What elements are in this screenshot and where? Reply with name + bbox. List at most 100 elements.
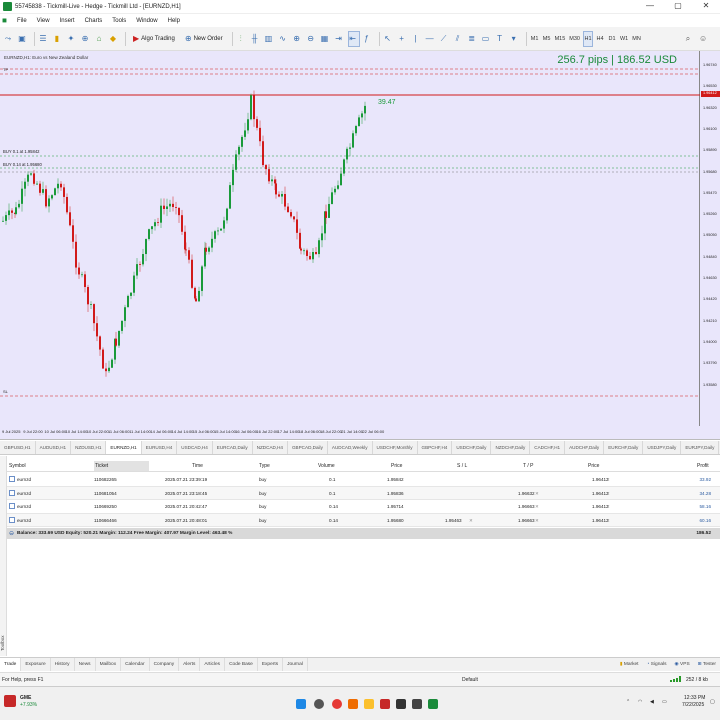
timeframe-h4[interactable]: H4 (595, 31, 605, 47)
app3-taskbar-icon[interactable] (412, 699, 422, 709)
zoom-in-icon[interactable]: ⊕ (292, 31, 304, 47)
depth-of-market-icon[interactable]: ⫶ (236, 31, 248, 47)
arrow-tool-icon[interactable]: ▾ (509, 31, 521, 47)
chart-tab-active[interactable]: EURNZD,H1 (106, 441, 142, 454)
timeframe-m1[interactable]: M1 (530, 31, 540, 47)
price-chart-svg[interactable] (0, 51, 700, 426)
stock-widget-icon[interactable] (4, 695, 16, 707)
remove-tp-icon[interactable]: ✕ (535, 491, 539, 497)
order-label-2[interactable]: BUY 0.14 at 1.95680 (3, 162, 42, 167)
menu-view[interactable]: View (32, 18, 55, 24)
close-position-icon[interactable]: ✕ (606, 518, 610, 524)
chart-tab[interactable]: USDCAD,H4 (177, 441, 213, 454)
metaeditor-icon[interactable]: ◆ (108, 31, 120, 47)
tab-exposure[interactable]: Exposure (21, 658, 51, 671)
table-row[interactable]: eurnzd 110666466 2025.07.21 20:48:01 buy 0.1… (7, 513, 720, 527)
close-position-icon[interactable]: ✕ (606, 491, 610, 497)
maximize-button[interactable]: ▢ (668, 1, 688, 10)
chart-tab[interactable]: NZDCAD,H4 (253, 441, 288, 454)
channel-icon[interactable]: ⫽ (453, 31, 465, 47)
chart-tab[interactable]: USDCHF,Daily (452, 441, 492, 454)
app-taskbar-icon[interactable] (348, 699, 358, 709)
menu-tools[interactable]: Tools (107, 18, 131, 24)
app2-taskbar-icon[interactable] (396, 699, 406, 709)
minimize-button[interactable]: — (640, 1, 660, 10)
timeframe-m5[interactable]: M5 (542, 31, 552, 47)
zoom-out-icon[interactable]: ⊖ (306, 31, 318, 47)
menu-insert[interactable]: Insert (55, 18, 80, 24)
col-symbol[interactable]: Symbol (9, 463, 26, 469)
order-label-1[interactable]: BUY 0.1 at 1.95842 (3, 149, 40, 154)
clock-date[interactable]: 7/22/2025 (682, 702, 704, 708)
crosshair-icon[interactable]: + (397, 31, 409, 47)
time-axis[interactable]: 9 Jul 2025 9 Jul 22:00 10 Jul 06:00 10 Jul … (0, 426, 700, 440)
tab-news[interactable]: News (75, 658, 96, 671)
tab-trade[interactable]: Trade (0, 658, 22, 671)
chart-tab[interactable]: EURCAD,Daily (213, 441, 253, 454)
vps-button[interactable]: ◉ VPS (671, 658, 694, 671)
fibonacci-icon[interactable]: ≣ (467, 31, 479, 47)
text-tool-icon[interactable]: T (495, 31, 507, 47)
menu-file[interactable]: File (12, 18, 32, 24)
candlestick-icon[interactable]: ▥ (264, 31, 276, 47)
trendline-icon[interactable]: ⟋ (439, 31, 451, 47)
clock-time[interactable]: 12:33 PM (684, 695, 705, 701)
chart-tab[interactable]: AUDCHF,Daily (565, 441, 605, 454)
new-chart-icon[interactable]: ⤳ (3, 31, 15, 47)
chart-shift-icon[interactable]: ⇤ (347, 30, 360, 47)
tab-experts[interactable]: Experts (258, 658, 284, 671)
status-profile[interactable]: Default (462, 677, 478, 683)
tester-button[interactable]: ⊞ Tester (694, 658, 720, 671)
col-profit[interactable]: Profit (697, 463, 709, 469)
chart-tab[interactable]: NZDUSD,H1 (71, 441, 107, 454)
remove-sl-icon[interactable]: ✕ (469, 518, 473, 524)
chart-tab[interactable]: EURUSD,H4 (142, 441, 178, 454)
tray-chevron-icon[interactable]: ⌃ (626, 699, 630, 705)
timeframe-h1[interactable]: H1 (582, 30, 593, 47)
market-watch-icon[interactable]: ☰ (38, 31, 50, 47)
col-current-price[interactable]: Price (588, 463, 599, 469)
mt-menu-icon[interactable]: ◼ (0, 17, 12, 24)
strategy-tester-icon[interactable]: ⌂ (94, 31, 106, 47)
tab-mailbox[interactable]: Mailbox (96, 658, 122, 671)
tab-history[interactable]: History (51, 658, 75, 671)
tab-company[interactable]: Company (150, 658, 180, 671)
autoscroll-icon[interactable]: ⇥ (334, 31, 346, 47)
table-row[interactable]: eurnzd 110681054 2025.07.21 23:18:45 buy 0.1… (7, 486, 720, 500)
timeframe-m15[interactable]: M15 (554, 31, 567, 47)
search-taskbar-icon[interactable] (314, 699, 324, 709)
notifications-icon[interactable]: ▢ (710, 699, 715, 705)
price-axis[interactable]: 1.96740 1.96530 1.96320 1.96100 1.95890 1.956… (701, 51, 720, 426)
search-icon[interactable]: ⌕ (683, 31, 695, 47)
profiles-icon[interactable]: ▣ (17, 31, 29, 47)
bar-chart-icon[interactable]: ╫ (250, 31, 262, 47)
col-volume[interactable]: Volume (318, 463, 335, 469)
col-ticket[interactable]: Ticket (94, 461, 149, 471)
market-button[interactable]: ▮ Market (616, 658, 643, 671)
indicators-icon[interactable]: ƒ (362, 31, 374, 47)
chart-tab[interactable]: GBPCHF,H4 (418, 441, 453, 454)
chart-tab[interactable]: CADCHF,H1 (530, 441, 566, 454)
chart-tab[interactable]: EURJPY,Daily (681, 441, 720, 454)
table-row[interactable]: eurnzd 110669250 2025.07.21 20:42:47 buy 0.1… (7, 500, 720, 514)
col-sl[interactable]: S / L (457, 463, 467, 469)
timeframe-m30[interactable]: M30 (568, 31, 581, 47)
shapes-icon[interactable]: ▭ (481, 31, 493, 47)
remove-tp-icon[interactable]: ✕ (535, 504, 539, 510)
chart-tab[interactable]: AUDCAD,Weekly (328, 441, 373, 454)
community-icon[interactable]: ☺ (698, 31, 710, 47)
tab-articles[interactable]: Articles (200, 658, 226, 671)
acrobat-icon[interactable] (380, 699, 390, 709)
chart-area[interactable]: EURNZD,H1: Euro vs New Zealand Dollar 25… (0, 51, 700, 426)
chart-tab[interactable]: GBPUSD,H1 (0, 441, 36, 454)
timeframe-d1[interactable]: D1 (607, 31, 617, 47)
timeframe-mn[interactable]: MN (631, 31, 642, 47)
battery-icon[interactable]: ▭ (662, 699, 667, 705)
file-explorer-icon[interactable] (364, 699, 374, 709)
chart-tab[interactable]: USDJPY,Daily (643, 441, 682, 454)
chart-tab[interactable]: EURCHF,Daily (604, 441, 644, 454)
chrome-icon[interactable] (332, 699, 342, 709)
vertical-line-icon[interactable]: | (411, 31, 423, 47)
stock-name[interactable]: GME (20, 695, 31, 701)
table-row[interactable]: eurnzd 110682265 2025.07.21 23:39:19 buy 0.1… (7, 473, 720, 487)
